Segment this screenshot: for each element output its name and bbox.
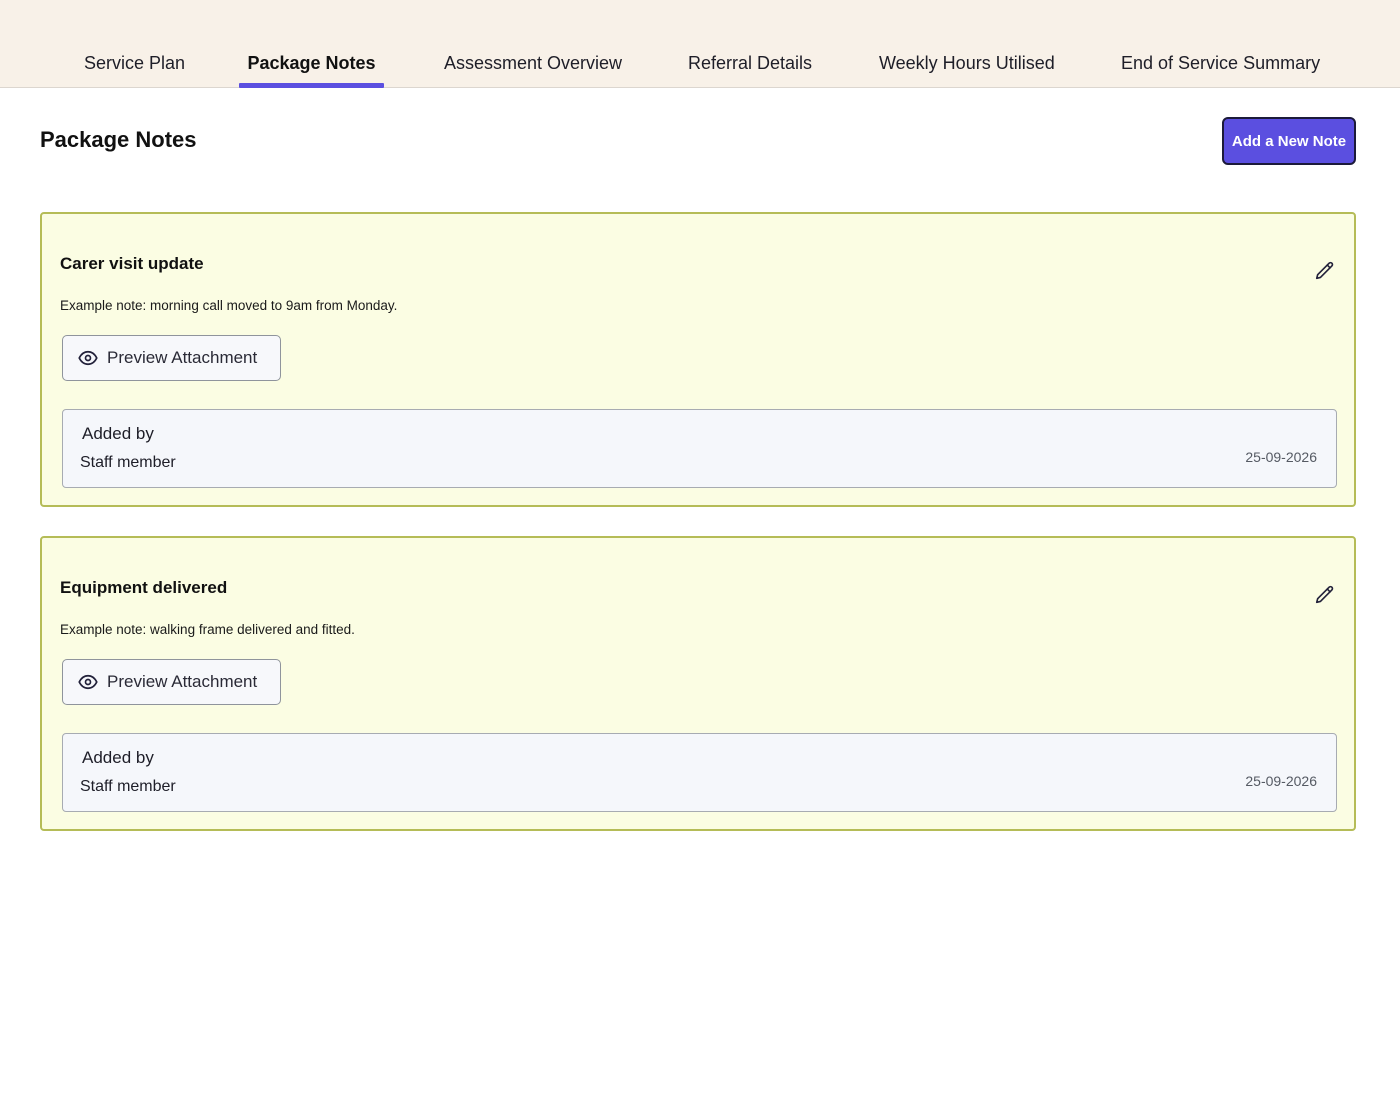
eye-icon [78, 672, 98, 692]
preview-attachment-label: Preview Attachment [107, 672, 258, 691]
note-body: Example note: walking frame delivered an… [60, 622, 355, 637]
preview-attachment-button[interactable]: Preview Attachment [62, 659, 281, 705]
tab-label: Package Notes [247, 53, 376, 73]
tab-label: Service Plan [84, 53, 186, 73]
note-card: Carer visit update Example note: morning… [40, 212, 1356, 507]
active-tab-indicator [239, 83, 384, 88]
tab-referral-details[interactable]: Referral Details [688, 52, 812, 88]
note-title: Carer visit update [60, 254, 204, 273]
added-by-label: Added by [82, 424, 154, 443]
note-card: Equipment delivered Example note: walkin… [40, 536, 1356, 831]
preview-attachment-button[interactable]: Preview Attachment [62, 335, 281, 381]
note-date: 25-09-2026 [1245, 449, 1317, 465]
note-date: 25-09-2026 [1245, 773, 1317, 789]
note-author: Staff member [80, 454, 176, 471]
eye-icon [78, 348, 98, 368]
note-title: Equipment delivered [60, 578, 228, 597]
pencil-icon[interactable] [1314, 260, 1336, 282]
note-body: Example note: morning call moved to 9am … [60, 298, 398, 313]
tab-label: Assessment Overview [444, 53, 623, 73]
tab-weekly-hours-utilised[interactable]: Weekly Hours Utilised [879, 52, 1055, 88]
added-by-label: Added by [82, 748, 154, 767]
pencil-icon[interactable] [1314, 584, 1336, 606]
tab-label: End of Service Summary [1121, 53, 1321, 73]
tab-label: Referral Details [688, 53, 813, 73]
page-title: Package Notes [40, 127, 197, 152]
note-meta: Added by Staff member 25-09-2026 [62, 409, 1337, 488]
tab-service-plan[interactable]: Service Plan [84, 52, 185, 88]
note-meta: Added by Staff member 25-09-2026 [62, 733, 1337, 812]
tab-end-of-service-summary[interactable]: End of Service Summary [1121, 52, 1320, 88]
tab-assessment-overview[interactable]: Assessment Overview [444, 52, 622, 88]
tab-bar: Service Plan Package Notes Assessment Ov… [0, 0, 1400, 88]
add-new-note-button[interactable]: Add a New Note [1222, 117, 1356, 165]
tab-package-notes[interactable]: Package Notes [239, 52, 384, 88]
preview-attachment-label: Preview Attachment [107, 348, 258, 367]
tab-label: Weekly Hours Utilised [879, 53, 1055, 73]
note-author: Staff member [80, 778, 176, 795]
